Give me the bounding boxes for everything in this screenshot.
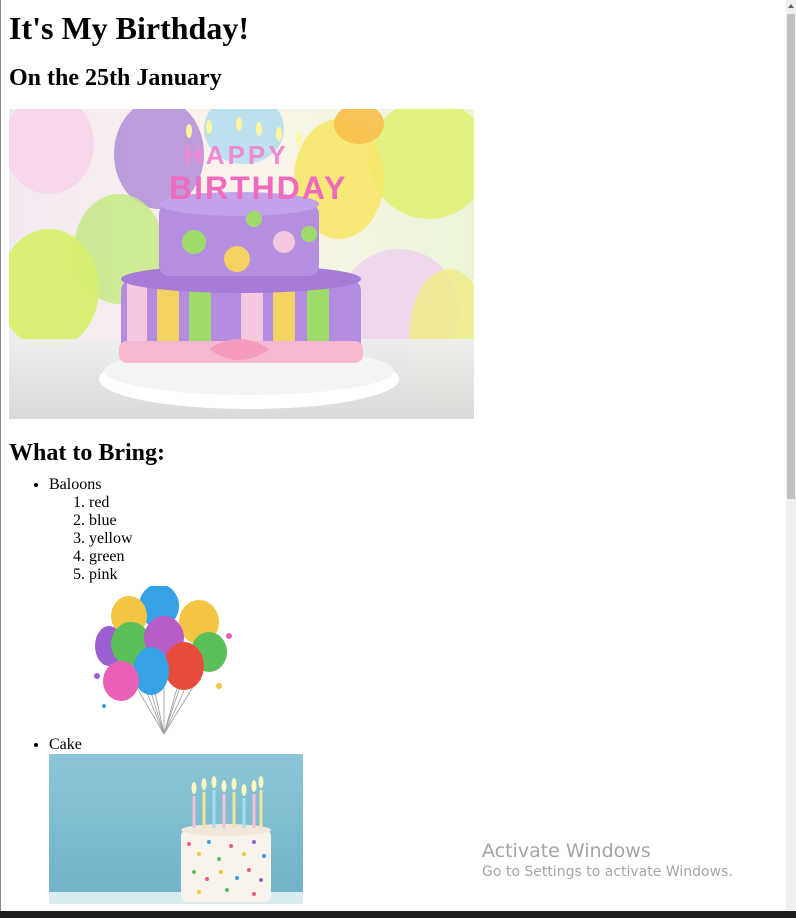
list-item-label: Cake	[49, 736, 82, 753]
vertical-scrollbar[interactable]	[786, 0, 796, 910]
color-item: pink	[89, 566, 779, 584]
birthday-cake-hero-image: BIRTHDAY HAPPY	[9, 109, 474, 419]
scrollbar-thumb[interactable]	[787, 14, 795, 499]
color-item: red	[89, 494, 779, 512]
taskbar-strip	[0, 911, 796, 918]
svg-text:BIRTHDAY: BIRTHDAY	[169, 170, 347, 206]
activate-windows-watermark: Activate Windows Go to Settings to activ…	[482, 840, 733, 881]
list-item-label: Baloons	[49, 476, 102, 493]
window-left-border	[0, 0, 1, 918]
scroll-up-arrow-icon[interactable]	[786, 0, 796, 12]
list-item-balloons: Baloons red blue yellow green pink	[49, 476, 779, 736]
color-item: green	[89, 548, 779, 566]
svg-text:HAPPY: HAPPY	[184, 140, 289, 170]
page-title: It's My Birthday!	[9, 10, 249, 46]
cake-image	[49, 754, 303, 904]
what-to-bring-heading: What to Bring:	[9, 440, 165, 466]
watermark-title: Activate Windows	[482, 840, 651, 862]
color-item: blue	[89, 512, 779, 530]
page-subtitle: On the 25th January	[9, 65, 222, 91]
balloon-colors-list: red blue yellow green pink	[49, 494, 779, 584]
balloons-image	[89, 586, 239, 736]
color-item: yellow	[89, 530, 779, 548]
page-content: It's My Birthday! On the 25th January BI…	[9, 0, 779, 904]
watermark-subtitle: Go to Settings to activate Windows.	[482, 864, 733, 880]
